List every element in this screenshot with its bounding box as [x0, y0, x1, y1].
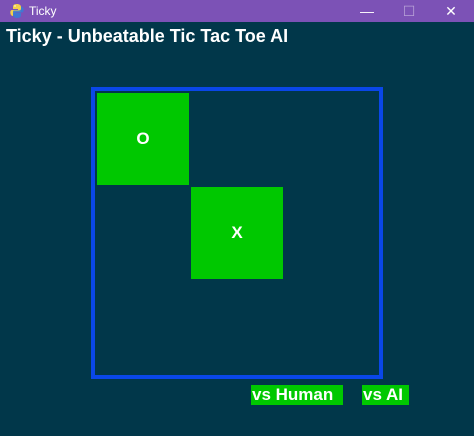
board-cell-1[interactable]	[191, 93, 283, 185]
board-cell-4[interactable]: X	[191, 187, 283, 279]
page-title: Ticky - Unbeatable Tic Tac Toe AI	[6, 26, 289, 46]
board-cell-5[interactable]	[285, 187, 377, 279]
python-icon	[10, 3, 24, 19]
maximize-button[interactable]: ☐	[388, 0, 430, 22]
vs-human-button[interactable]: vs Human	[251, 385, 343, 405]
cell-mark: O	[136, 129, 150, 148]
minimize-button[interactable]: —	[346, 0, 388, 22]
minimize-icon: —	[360, 3, 374, 19]
board-cell-0[interactable]: O	[97, 93, 189, 185]
app-window: Ticky — ☐ ✕ Ticky - Unbeatable Tic Tac T…	[0, 0, 474, 436]
close-button[interactable]: ✕	[430, 0, 472, 22]
close-icon: ✕	[445, 2, 457, 19]
vs-ai-button[interactable]: vs AI	[362, 385, 409, 405]
board-cell-2[interactable]	[285, 93, 377, 185]
board-cell-6[interactable]	[97, 281, 189, 373]
board-cell-8[interactable]	[285, 281, 377, 373]
title-bar[interactable]: Ticky — ☐ ✕	[0, 0, 474, 22]
cell-mark: X	[231, 223, 243, 242]
board-cell-7[interactable]	[191, 281, 283, 373]
window-title: Ticky	[29, 4, 57, 18]
game-board: O X	[91, 87, 383, 379]
board-cell-3[interactable]	[97, 187, 189, 279]
maximize-icon: ☐	[402, 2, 416, 19]
